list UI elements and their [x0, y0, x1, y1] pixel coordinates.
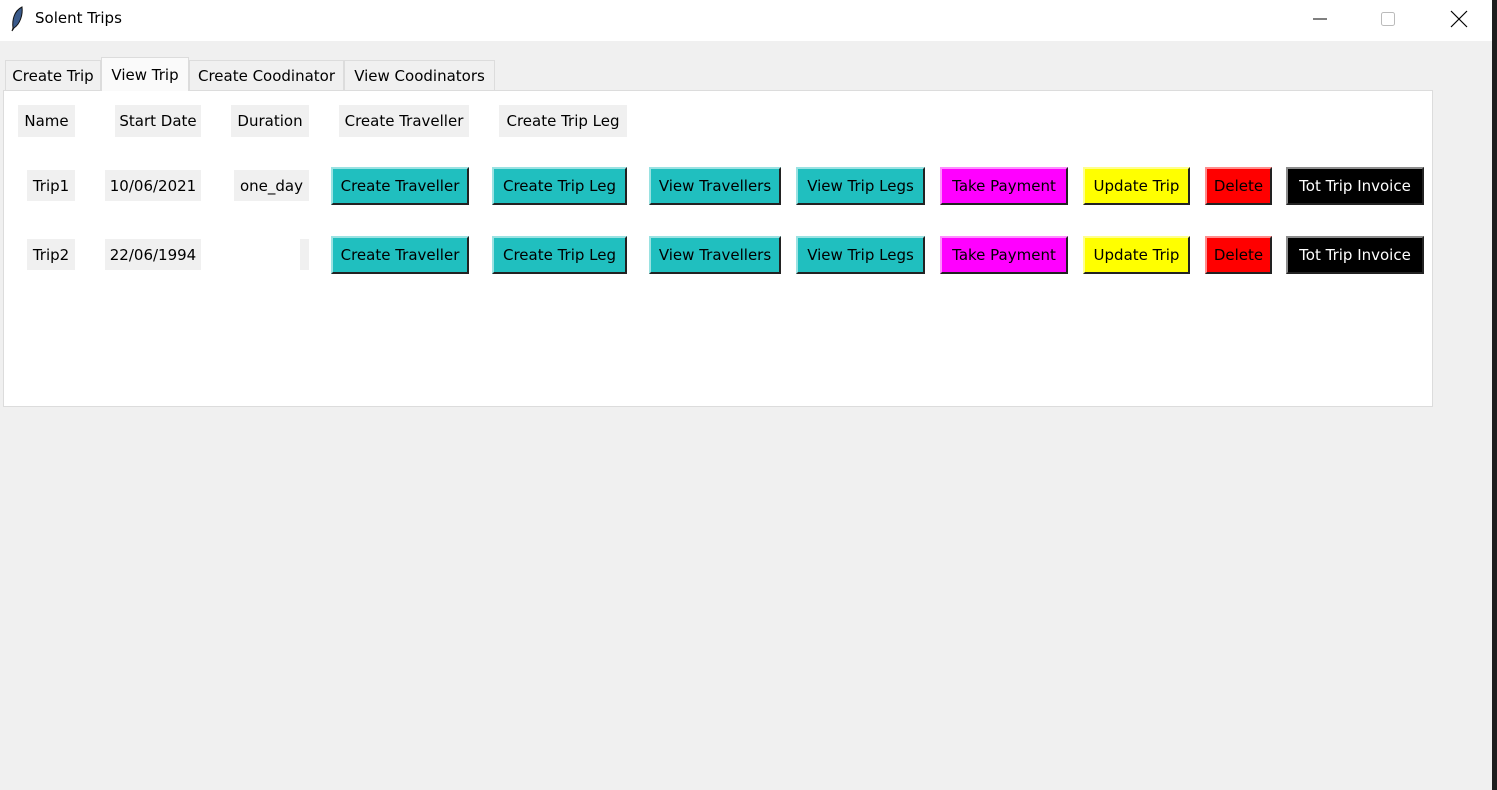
- header-start-date: Start Date: [115, 105, 201, 137]
- view-trip-legs-button[interactable]: View Trip Legs: [796, 236, 925, 274]
- view-travellers-button[interactable]: View Travellers: [649, 236, 781, 274]
- view-travellers-button[interactable]: View Travellers: [649, 167, 781, 205]
- header-name: Name: [18, 105, 75, 137]
- app-window: Solent Trips Create Trip View Trip Creat…: [0, 0, 1492, 790]
- create-traveller-button[interactable]: Create Traveller: [331, 236, 469, 274]
- take-payment-button[interactable]: Take Payment: [940, 167, 1068, 205]
- update-trip-button[interactable]: Update Trip: [1083, 236, 1190, 274]
- maximize-button[interactable]: [1365, 0, 1411, 38]
- trip-duration: [300, 239, 309, 270]
- close-button[interactable]: [1436, 0, 1482, 38]
- trip-name: Trip2: [27, 239, 75, 270]
- feather-icon: [11, 6, 23, 32]
- header-create-traveller: Create Traveller: [339, 105, 469, 137]
- tab-create-trip[interactable]: Create Trip: [5, 60, 101, 90]
- trip-start-date: 22/06/1994: [105, 239, 201, 270]
- trip-name: Trip1: [27, 170, 75, 201]
- tab-view-trip[interactable]: View Trip: [101, 57, 189, 91]
- maximize-icon: [1381, 12, 1395, 26]
- title-bar: Solent Trips: [0, 0, 1492, 41]
- view-trip-legs-button[interactable]: View Trip Legs: [796, 167, 925, 205]
- create-trip-leg-button[interactable]: Create Trip Leg: [492, 236, 627, 274]
- delete-button[interactable]: Delete: [1205, 167, 1272, 205]
- minimize-icon: [1313, 18, 1327, 20]
- delete-button[interactable]: Delete: [1205, 236, 1272, 274]
- create-traveller-button[interactable]: Create Traveller: [331, 167, 469, 205]
- tot-trip-invoice-button[interactable]: Tot Trip Invoice: [1286, 236, 1424, 274]
- tot-trip-invoice-button[interactable]: Tot Trip Invoice: [1286, 167, 1424, 205]
- minimize-button[interactable]: [1297, 0, 1343, 38]
- update-trip-button[interactable]: Update Trip: [1083, 167, 1190, 205]
- header-create-trip-leg: Create Trip Leg: [499, 105, 627, 137]
- take-payment-button[interactable]: Take Payment: [940, 236, 1068, 274]
- create-trip-leg-button[interactable]: Create Trip Leg: [492, 167, 627, 205]
- tab-create-coodinator[interactable]: Create Coodinator: [189, 60, 344, 90]
- close-icon: [1450, 10, 1468, 28]
- tab-view-coodinators[interactable]: View Coodinators: [344, 60, 495, 90]
- window-title: Solent Trips: [35, 9, 122, 27]
- trip-duration: one_day: [234, 170, 309, 201]
- trip-start-date: 10/06/2021: [105, 170, 201, 201]
- header-duration: Duration: [231, 105, 309, 137]
